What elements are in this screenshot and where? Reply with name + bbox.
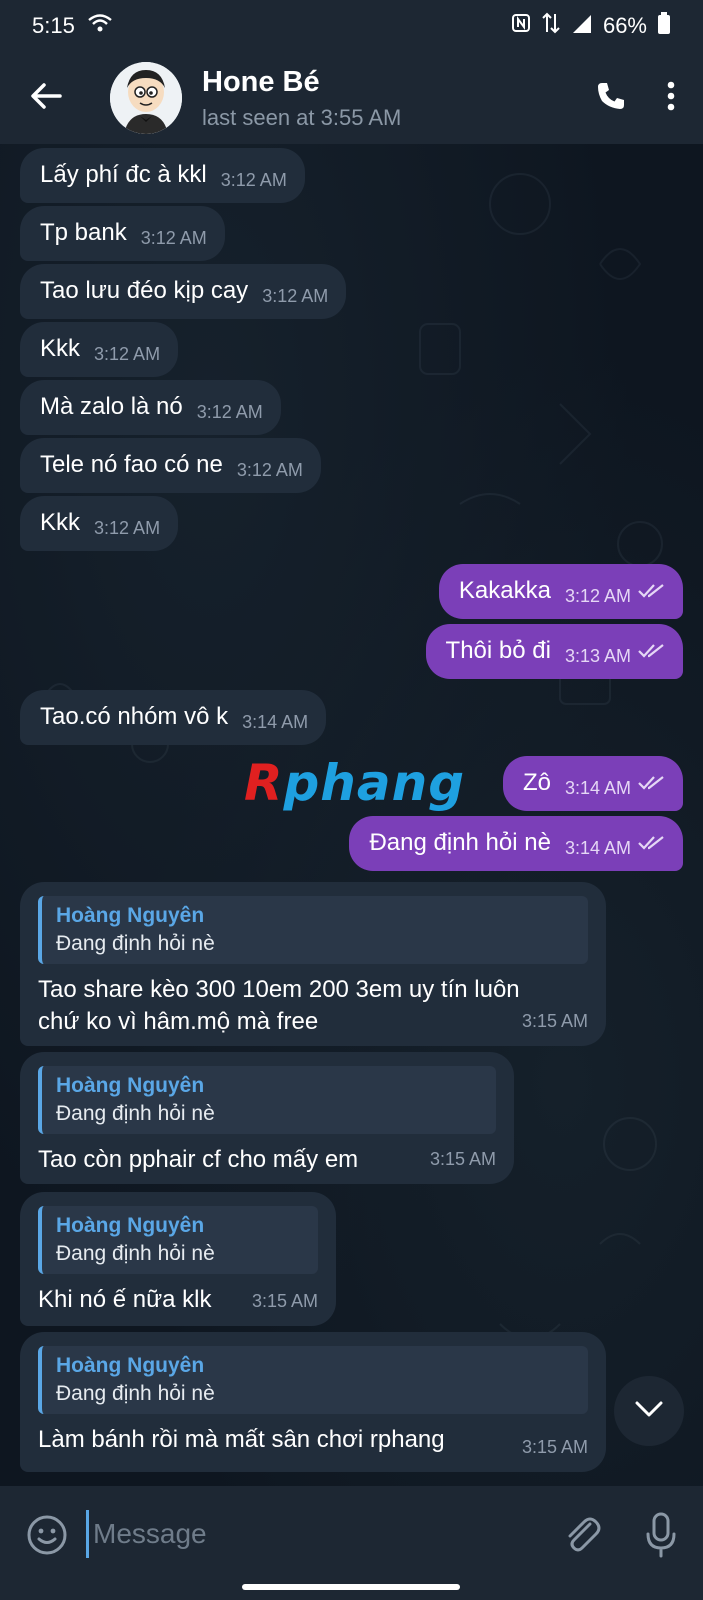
message-text: Tao còn pphair cf cho mấy em bbox=[38, 1146, 359, 1173]
message-text: Tao share kèo 300 10em 200 3em uy tín lu… bbox=[38, 976, 520, 1035]
emoji-icon bbox=[26, 1515, 68, 1560]
message-time: 3:12 AM bbox=[262, 286, 329, 306]
double-check-icon bbox=[637, 829, 665, 859]
phone-icon bbox=[595, 82, 627, 116]
arrow-left-icon bbox=[30, 82, 62, 115]
double-check-icon bbox=[637, 769, 665, 799]
watermark-rest: phang bbox=[283, 754, 466, 812]
message-time: 3:15 AM bbox=[251, 1291, 318, 1311]
message-time: 3:12 AM bbox=[94, 518, 161, 538]
message-bubble-incoming[interactable]: Tp bank 3:12 AM bbox=[20, 206, 225, 261]
chevron-down-icon bbox=[634, 1400, 664, 1423]
message-time: 3:13 AM bbox=[564, 646, 631, 666]
message-text: Tao.có nhóm vô k bbox=[40, 703, 229, 730]
watermark-first-letter: R bbox=[244, 754, 284, 812]
message-bubble-incoming[interactable]: Tao.có nhóm vô k 3:14 AM bbox=[20, 690, 327, 745]
message-bubble-incoming[interactable]: Tele nó fao có ne 3:12 AM bbox=[20, 438, 321, 493]
chat-area[interactable]: Lấy phí đc à kkl 3:12 AM Tp bank 3:12 AM T… bbox=[0, 144, 703, 1486]
message-bubble-outgoing[interactable]: Thôi bỏ đi 3:13 AM bbox=[425, 624, 683, 679]
emoji-button[interactable] bbox=[26, 1514, 68, 1556]
message-time: 3:14 AM bbox=[564, 838, 631, 858]
nfc-icon bbox=[511, 13, 531, 39]
home-indicator[interactable] bbox=[242, 1584, 460, 1590]
message-input[interactable] bbox=[86, 1510, 516, 1558]
data-signal-icon bbox=[541, 12, 561, 40]
message-text: Lấy phí đc à kkl bbox=[40, 161, 207, 188]
message-text: Kakakka bbox=[458, 577, 551, 604]
cellular-signal-icon bbox=[571, 13, 593, 39]
message-bubble-outgoing[interactable]: Zô 3:14 AM bbox=[502, 756, 683, 811]
chat-header: Hone Bé last seen at 3:55 AM bbox=[0, 52, 703, 144]
quoted-message[interactable]: Hoàng Nguyên Đang định hỏi nè bbox=[38, 1346, 588, 1414]
message-time: 3:12 AM bbox=[196, 402, 263, 422]
message-bubble-reply[interactable]: Hoàng Nguyên Đang định hỏi nè Tao còn pp… bbox=[20, 1052, 514, 1184]
message-text: Đang định hỏi nè bbox=[369, 829, 551, 856]
message-time: 3:12 AM bbox=[94, 344, 161, 364]
back-button[interactable] bbox=[26, 78, 66, 118]
message-bubble-reply[interactable]: Hoàng Nguyên Đang định hỏi nè Tao share … bbox=[20, 882, 606, 1046]
scroll-to-bottom-button[interactable] bbox=[614, 1376, 684, 1446]
paperclip-icon bbox=[562, 1517, 602, 1562]
message-composer bbox=[0, 1486, 703, 1600]
double-check-icon bbox=[637, 637, 665, 667]
message-bubble-reply[interactable]: Hoàng Nguyên Đang định hỏi nè Khi nó ế n… bbox=[20, 1192, 336, 1326]
message-time: 3:12 AM bbox=[140, 228, 207, 248]
message-text: Thôi bỏ đi bbox=[445, 637, 551, 664]
message-time: 3:12 AM bbox=[564, 586, 631, 606]
message-text: Mà zalo là nó bbox=[40, 393, 183, 420]
microphone-icon bbox=[644, 1512, 678, 1562]
message-bubble-reply[interactable]: Hoàng Nguyên Đang định hỏi nè Làm bánh r… bbox=[20, 1332, 606, 1472]
message-text: Kkk bbox=[40, 509, 81, 536]
quoted-sender: Hoàng Nguyên bbox=[56, 904, 205, 927]
more-options-button[interactable] bbox=[667, 81, 675, 116]
quoted-message[interactable]: Hoàng Nguyên Đang định hỏi nè bbox=[38, 1206, 318, 1274]
message-time: 3:15 AM bbox=[429, 1149, 496, 1169]
quoted-message[interactable]: Hoàng Nguyên Đang định hỏi nè bbox=[38, 896, 588, 964]
message-time: 3:12 AM bbox=[236, 460, 303, 480]
attach-button[interactable] bbox=[562, 1514, 602, 1558]
double-check-icon bbox=[637, 577, 665, 607]
quoted-text: Đang định hỏi nè bbox=[56, 1242, 215, 1265]
contact-name[interactable]: Hone Bé bbox=[202, 66, 401, 99]
message-bubble-incoming[interactable]: Kkk 3:12 AM bbox=[20, 322, 179, 377]
wifi-icon bbox=[87, 13, 113, 39]
last-seen-status: last seen at 3:55 AM bbox=[202, 104, 402, 130]
message-time: 3:15 AM bbox=[521, 1011, 588, 1031]
quoted-text: Đang định hỏi nè bbox=[56, 1382, 215, 1405]
message-text: Tp bank bbox=[40, 219, 127, 246]
message-text: Zô bbox=[522, 769, 551, 796]
message-bubble-incoming[interactable]: Kkk 3:12 AM bbox=[20, 496, 179, 551]
message-bubble-incoming[interactable]: Lấy phí đc à kkl 3:12 AM bbox=[20, 148, 305, 203]
message-time: 3:14 AM bbox=[564, 778, 631, 798]
message-time: 3:15 AM bbox=[521, 1437, 588, 1457]
message-bubble-incoming[interactable]: Tao lưu đéo kịp cay 3:12 AM bbox=[20, 264, 347, 319]
quoted-sender: Hoàng Nguyên bbox=[56, 1354, 205, 1377]
message-time: 3:12 AM bbox=[220, 170, 287, 190]
message-bubble-outgoing[interactable]: Kakakka 3:12 AM bbox=[438, 564, 683, 619]
quoted-text: Đang định hỏi nè bbox=[56, 932, 215, 955]
message-bubble-incoming[interactable]: Mà zalo là nó 3:12 AM bbox=[20, 380, 281, 435]
watermark-logo: Rphang bbox=[244, 754, 465, 812]
quoted-sender: Hoàng Nguyên bbox=[56, 1074, 205, 1097]
message-text: Tao lưu đéo kịp cay bbox=[40, 277, 249, 304]
battery-percent: 66% bbox=[602, 13, 647, 38]
avatar[interactable] bbox=[110, 62, 182, 134]
quoted-message[interactable]: Hoàng Nguyên Đang định hỏi nè bbox=[38, 1066, 496, 1134]
more-vertical-icon bbox=[667, 81, 675, 115]
message-time: 3:14 AM bbox=[242, 712, 309, 732]
message-bubble-outgoing[interactable]: Đang định hỏi nè 3:14 AM bbox=[349, 816, 683, 871]
microphone-button[interactable] bbox=[644, 1512, 678, 1558]
call-button[interactable] bbox=[595, 80, 627, 117]
message-text: Tele nó fao có ne bbox=[40, 451, 223, 478]
status-time: 5:15 bbox=[32, 13, 75, 38]
message-text: Làm bánh rồi mà mất sân chơi rphang bbox=[38, 1426, 445, 1453]
battery-icon bbox=[657, 12, 671, 40]
quoted-text: Đang định hỏi nè bbox=[56, 1102, 215, 1125]
quoted-sender: Hoàng Nguyên bbox=[56, 1214, 205, 1237]
status-bar: 5:15 66% bbox=[0, 0, 703, 52]
message-text: Kkk bbox=[40, 335, 81, 362]
